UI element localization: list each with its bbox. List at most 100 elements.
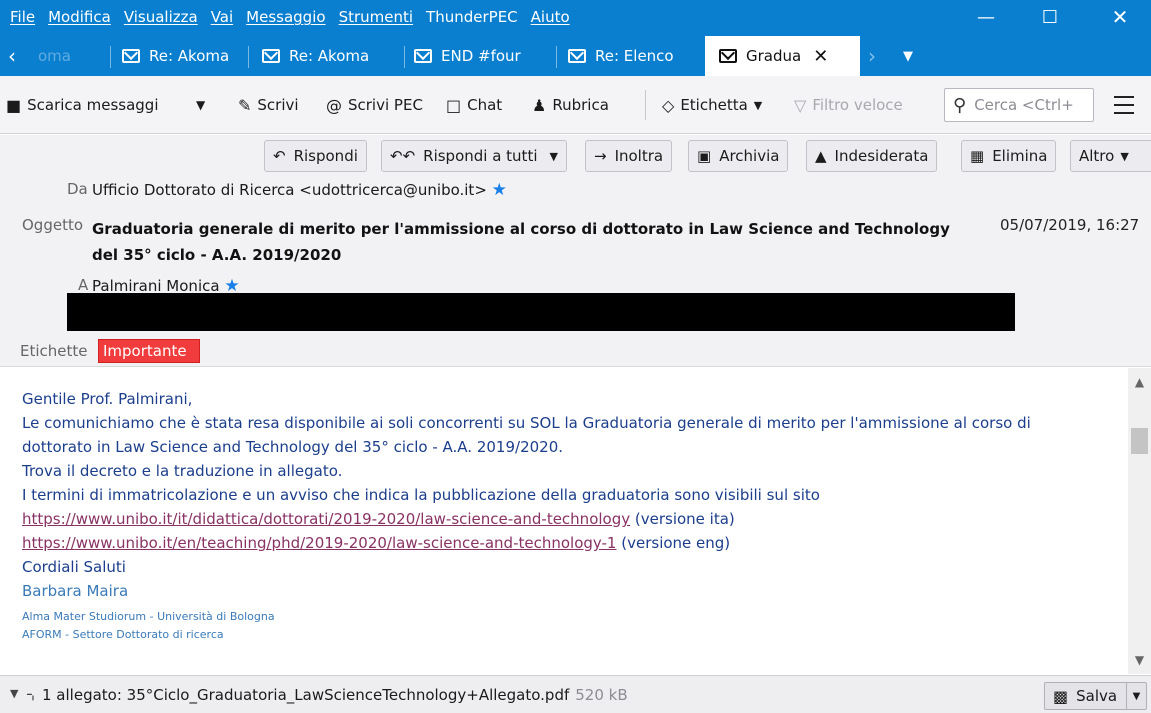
write-button[interactable]: ✎ Scrivi [238,88,299,122]
reply-label: Rispondi [293,147,358,165]
tab-active[interactable]: Gradua ✕ [705,36,860,76]
tab-strip: ‹ oma Re: Akoma Re: Akoma END #four Re: … [0,36,1151,76]
app-menu-icon[interactable] [1114,90,1134,118]
chat-button[interactable]: □ Chat [446,88,502,122]
subject-label: Oggetto [22,216,84,234]
menu-bar: File Modifica Visualizza Vai Messaggio S… [0,0,577,34]
save-attachment-button[interactable]: ▩ Salva ▼ [1044,682,1147,710]
sender-address: Ufficio Dottorato di Ricerca <udottricer… [92,181,487,199]
delete-button[interactable]: ▦ Elimina [961,140,1057,172]
junk-button[interactable]: ▲ Indesiderata [806,140,938,172]
chevron-down-icon: ▼ [753,98,763,112]
reply-all-button[interactable]: ↶↶ Rispondi a tutti ▼ [381,140,567,172]
archive-button[interactable]: ▣ Archivia [688,140,789,172]
menu-vai[interactable]: Vai [211,8,233,26]
menu-modifica[interactable]: Modifica [48,8,111,26]
menu-messaggio[interactable]: Messaggio [246,8,325,26]
title-bar: File Modifica Visualizza Vai Messaggio S… [0,0,1151,76]
download-message-icon: ■ [6,95,22,115]
close-window-button[interactable]: ✕ [1096,0,1144,34]
tag-button[interactable]: ◇ Etichetta ▼ [662,88,762,122]
chevron-down-icon[interactable]: ▼ [1126,683,1146,709]
menu-file[interactable]: File [10,8,35,26]
scroll-tabs-left-icon[interactable]: ‹ [8,38,36,74]
scroll-thumb[interactable] [1131,428,1148,454]
search-input[interactable]: ⚲ Cerca <Ctrl+ [944,88,1094,122]
menu-thunderpec[interactable]: ThunderPEC [426,8,518,26]
envelope-icon [262,49,280,63]
tab-label: Gradua [746,47,802,65]
reply-all-icon: ↶↶ [390,147,416,165]
tab-5[interactable]: Re: Elenco [568,38,694,74]
subject-value: Graduatoria generale di merito per l'amm… [92,220,950,264]
body-paragraph-line: dottorato in Law Science and Technology … [22,438,564,456]
expand-attachments-icon[interactable]: ▼ [10,687,18,700]
toolbar-divider [645,90,646,120]
reply-arrow-icon: ↶ [273,147,286,165]
write-pec-button[interactable]: @ Scrivi PEC [326,88,423,122]
more-button[interactable]: Altro ▼ [1070,140,1151,172]
tab-divider [110,46,111,68]
menu-strumenti[interactable]: Strumenti [339,8,413,26]
get-messages-dropdown-icon[interactable]: ▼ [196,88,205,122]
menu-aiuto[interactable]: Aiuto [531,8,570,26]
junk-label: Indesiderata [834,147,929,165]
chevron-down-icon[interactable]: ▼ [550,150,558,163]
body-paragraph-line: Le comunichiamo che è stata resa disponi… [22,414,1031,432]
message-body: Gentile Prof. Palmirani, Le comunichiamo… [0,368,1128,674]
close-tab-icon[interactable]: ✕ [813,46,828,67]
search-icon: ⚲ [953,94,967,116]
link-ita[interactable]: https://www.unibo.it/it/didattica/dottor… [22,510,630,528]
link-eng[interactable]: https://www.unibo.it/en/teaching/phd/201… [22,534,616,552]
maximize-button[interactable]: ☐ [1026,0,1074,34]
trash-icon: ▦ [970,147,985,165]
signature-dept: AFORM - Settore Dottorato di ricerca [22,628,224,641]
filter-icon: ▽ [794,95,807,115]
attachment-link[interactable]: 1 allegato: 35°Ciclo_Graduatoria_LawScie… [42,686,628,704]
star-icon[interactable]: ★ [492,180,507,200]
attachment-size: 520 kB [575,686,628,704]
more-label: Altro [1079,147,1115,165]
tab-1[interactable]: oma [38,38,94,74]
greeting-text: Gentile Prof. Palmirani, [22,390,193,408]
menu-visualizza[interactable]: Visualizza [124,8,198,26]
archive-label: Archivia [719,147,780,165]
scroll-tabs-right-icon[interactable]: › [868,38,888,74]
link-eng-suffix: (versione eng) [616,534,731,552]
quick-filter-label: Filtro veloce [812,96,903,114]
reply-button[interactable]: ↶ Rispondi [264,140,367,172]
tab-4[interactable]: END #four [414,38,554,74]
link-ita-line: https://www.unibo.it/it/didattica/dottor… [22,510,735,528]
tab-list-chevron-icon[interactable]: ▼ [903,38,927,74]
tag-important-badge[interactable]: Importante [98,339,200,363]
at-sign-icon: @ [326,95,342,115]
scroll-down-icon[interactable]: ▼ [1128,650,1151,670]
write-pec-label: Scrivi PEC [348,96,423,114]
save-label: Salva [1076,687,1118,705]
body-scrollbar[interactable]: ▲ ▼ [1128,368,1151,674]
minimize-button[interactable]: — [962,0,1010,34]
get-messages-button[interactable]: ■ Scarica messaggi [6,88,159,122]
to-label: A [78,276,89,294]
tab-label: oma [38,47,71,65]
address-book-button[interactable]: ♟ Rubrica [532,88,609,122]
contacts-icon: ♟ [532,95,547,115]
from-value[interactable]: Ufficio Dottorato di Ricerca <udottricer… [92,180,507,200]
delete-label: Elimina [992,147,1048,165]
tags-label: Etichette [20,342,88,360]
chat-bubble-icon: □ [446,95,462,115]
tab-2[interactable]: Re: Akoma [122,38,246,74]
forward-button[interactable]: → Inoltra [585,140,673,172]
tab-3[interactable]: Re: Akoma [262,38,400,74]
redacted-block [67,293,1015,331]
tab-divider [556,46,557,68]
tag-label: Etichetta [680,96,748,114]
forward-arrow-icon: → [594,147,607,165]
message-date: 05/07/2019, 16:27 [1000,216,1140,234]
quick-filter-button[interactable]: ▽ Filtro veloce [794,88,903,122]
scroll-up-icon[interactable]: ▲ [1128,372,1151,392]
tab-divider [404,46,405,68]
attachment-name: 1 allegato: 35°Ciclo_Graduatoria_LawScie… [42,686,570,704]
tab-label: Re: Akoma [149,47,230,65]
floppy-disk-icon: ▩ [1053,686,1069,706]
